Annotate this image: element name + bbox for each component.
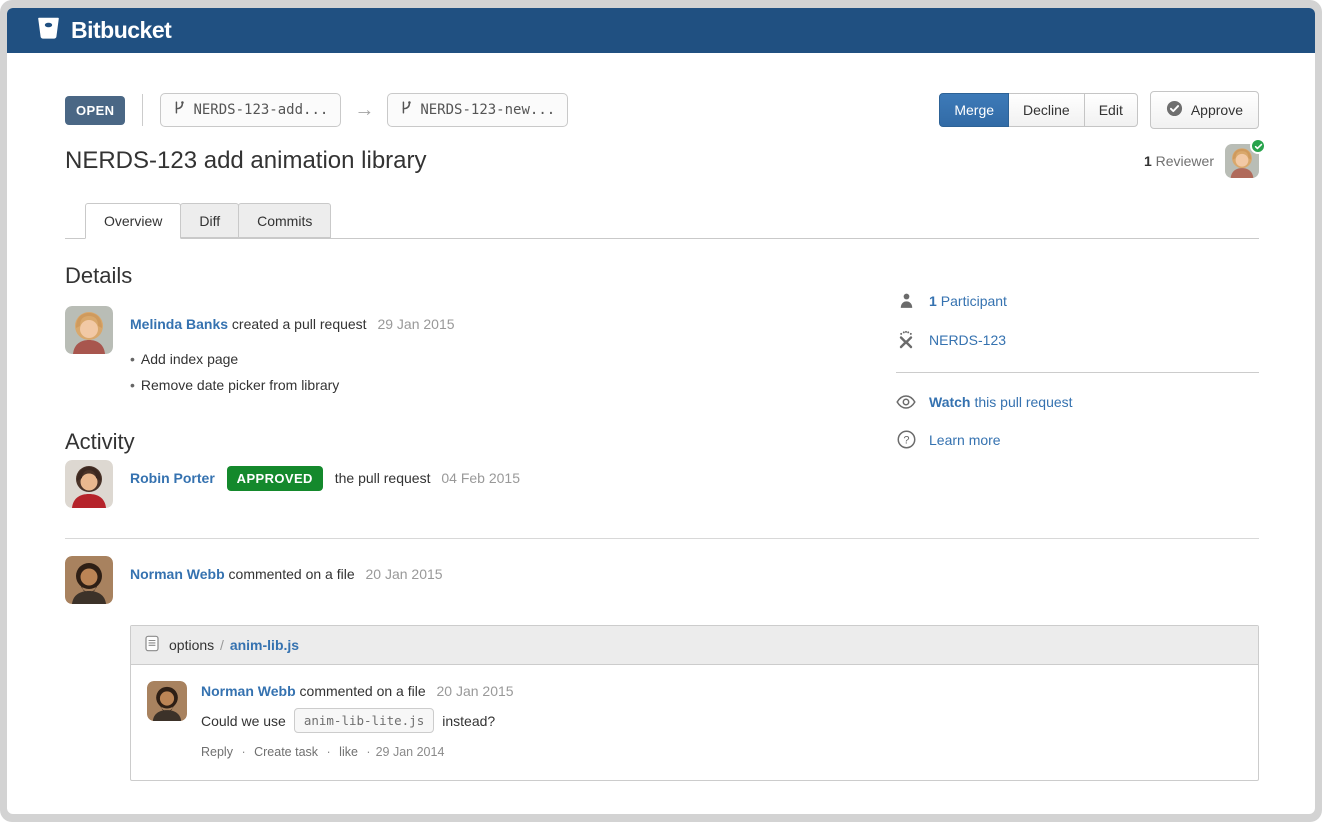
comment-text: Could we use anim-lib-lite.js instead? [201, 708, 514, 733]
activity-divider [65, 538, 1259, 539]
sidebar-divider [896, 372, 1259, 373]
comment-action: commented on a file [229, 566, 355, 582]
tab-overview[interactable]: Overview [85, 203, 181, 239]
jira-icon [896, 330, 916, 349]
watch-label-rest: this pull request [974, 394, 1072, 410]
file-dir: options [169, 637, 214, 653]
approval-action: the pull request [335, 470, 431, 486]
pr-button-group: Merge Decline Edit [939, 93, 1138, 127]
pr-action-bar: OPEN NERDS-123-add... → [65, 91, 1259, 129]
robin-avatar[interactable] [65, 460, 113, 508]
tab-commits[interactable]: Commits [238, 203, 331, 238]
reviewer-count: 1 [1144, 153, 1152, 169]
branch-icon [173, 100, 185, 119]
reviewer-avatar[interactable] [1225, 144, 1259, 178]
pr-state-badge: OPEN [65, 96, 125, 125]
reviewer-label: Reviewer [1156, 153, 1214, 169]
jira-issue-item[interactable]: NERDS-123 [896, 330, 1259, 349]
vertical-divider [142, 94, 143, 126]
merge-button[interactable]: Merge [939, 93, 1009, 127]
watch-item[interactable]: Watchthis pull request [896, 394, 1259, 410]
approved-badge: APPROVED [227, 466, 323, 491]
event-action: created a pull request [232, 316, 367, 332]
approve-button[interactable]: Approve [1150, 91, 1259, 129]
file-box-header: options / anim-lib.js [131, 626, 1258, 665]
app-header: Bitbucket [7, 8, 1315, 53]
bitbucket-window: Bitbucket OPEN [7, 8, 1315, 814]
nested-comment-date: 20 Jan 2015 [437, 683, 514, 699]
learn-more-link[interactable]: Learn more [929, 432, 1001, 448]
like-link[interactable]: like [339, 745, 358, 759]
file-icon [145, 635, 159, 655]
bitbucket-logo-text: Bitbucket [71, 17, 171, 44]
pr-title: NERDS-123 add animation library [65, 147, 427, 175]
approval-date: 04 Feb 2015 [441, 470, 520, 486]
source-branch-name: NERDS-123-add... [193, 102, 328, 118]
melinda-avatar[interactable] [65, 306, 113, 354]
tab-diff[interactable]: Diff [180, 203, 239, 238]
watch-label: Watch [929, 394, 970, 410]
file-name-link[interactable]: anim-lib.js [230, 637, 299, 653]
comment-date: 20 Jan 2015 [366, 566, 443, 582]
path-separator: / [220, 637, 224, 653]
destination-branch-pill[interactable]: NERDS-123-new... [387, 93, 568, 127]
approve-button-label: Approve [1191, 102, 1243, 118]
edit-button[interactable]: Edit [1084, 93, 1138, 127]
question-mark-icon: ? [896, 430, 916, 449]
branch-arrow-icon: → [354, 99, 374, 122]
jira-issue-link[interactable]: NERDS-123 [929, 332, 1006, 348]
file-comment-event: Norman Webb commented on a file 20 Jan 2… [65, 556, 1259, 604]
pr-description-bullet: •Add index page [130, 346, 455, 372]
person-icon [896, 292, 916, 310]
norman-avatar[interactable] [65, 556, 113, 604]
svg-text:?: ? [903, 434, 909, 446]
create-task-link[interactable]: Create task [254, 745, 318, 759]
browser-frame: Bitbucket OPEN [0, 0, 1322, 822]
norman-avatar[interactable] [147, 681, 187, 721]
reviewer-approved-check-icon [1250, 138, 1266, 154]
comment-meta: Reply · Create task · like ·29 Jan 2014 [201, 745, 514, 759]
learn-more-item[interactable]: ? Learn more [896, 430, 1259, 449]
nested-meta-date: 29 Jan 2014 [376, 745, 445, 759]
pr-description-bullet: •Remove date picker from library [130, 372, 455, 398]
branch-icon [400, 100, 412, 119]
participants-item[interactable]: 1Participant [896, 292, 1259, 310]
reply-link[interactable]: Reply [201, 745, 233, 759]
participant-label: Participant [941, 293, 1007, 309]
author-link[interactable]: Melinda Banks [130, 316, 228, 332]
nested-comment-action: commented on a file [300, 683, 426, 699]
approve-check-icon [1166, 100, 1183, 120]
event-date: 29 Jan 2015 [377, 316, 454, 332]
bitbucket-logo[interactable]: Bitbucket [35, 15, 171, 46]
pr-actions: Merge Decline Edit Approve [939, 91, 1259, 129]
eye-icon [896, 395, 916, 409]
approver-link[interactable]: Robin Porter [130, 470, 215, 486]
pr-tabs: Overview Diff Commits [65, 203, 1259, 239]
commenter-link[interactable]: Norman Webb [130, 566, 225, 582]
details-heading: Details [65, 263, 1259, 289]
file-comment-box: options / anim-lib.js [130, 625, 1259, 781]
decline-button[interactable]: Decline [1008, 93, 1085, 127]
inline-code: anim-lib-lite.js [294, 708, 434, 733]
participant-count: 1 [929, 293, 937, 309]
source-branch-pill[interactable]: NERDS-123-add... [160, 93, 341, 127]
pr-sidebar: 1Participant [896, 292, 1259, 469]
reviewer-summary: 1 Reviewer [1144, 144, 1259, 178]
bitbucket-bucket-icon [35, 15, 62, 46]
nested-comment: Norman Webb commented on a file 20 Jan 2… [147, 681, 1242, 759]
nested-commenter-link[interactable]: Norman Webb [201, 683, 296, 699]
destination-branch-name: NERDS-123-new... [420, 102, 555, 118]
